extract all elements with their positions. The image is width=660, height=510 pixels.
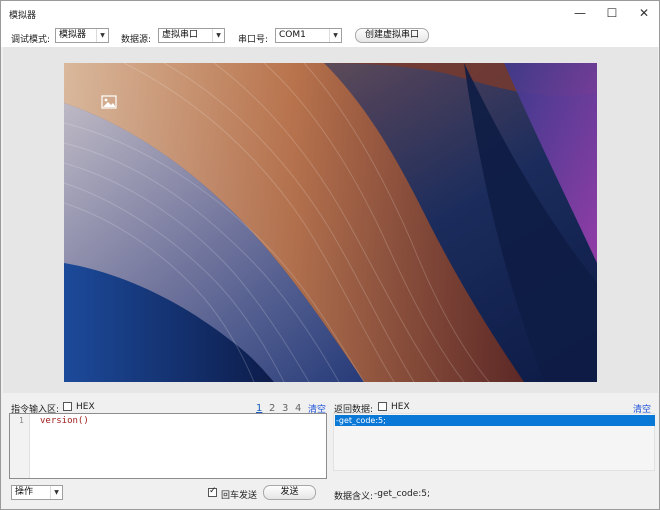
simulator-window: 模拟器 — ☐ ✕ 调试模式: 模拟器 ▼ 数据源: 虚拟串口 ▼ 串口号: C… xyxy=(0,0,660,510)
wallpaper-graphic xyxy=(64,63,597,382)
line-gutter: 1 xyxy=(10,414,30,478)
chevron-down-icon: ▼ xyxy=(212,29,224,42)
port-label: 串口号: xyxy=(238,35,269,45)
port-select-value: COM1 xyxy=(279,30,306,40)
window-title: 模拟器 xyxy=(9,11,37,21)
toolbar: 调试模式: 模拟器 ▼ 数据源: 虚拟串口 ▼ 串口号: COM1 ▼ 创建虚拟… xyxy=(1,25,659,47)
preview-area xyxy=(3,47,658,393)
command-hex-checkbox[interactable] xyxy=(63,402,72,411)
line-number: 1 xyxy=(19,416,24,425)
command-hex-label: HEX xyxy=(76,402,95,412)
minimize-button[interactable]: — xyxy=(565,1,595,25)
data-meaning-value: -get_code:5; xyxy=(374,489,431,499)
source-select-value: 虚拟串口 xyxy=(162,30,199,40)
mode-label: 调试模式: xyxy=(11,35,51,45)
data-meaning-label: 数据含义: xyxy=(334,492,374,502)
title-bar: 模拟器 — ☐ ✕ xyxy=(1,1,659,25)
return-hex-checkbox[interactable] xyxy=(378,402,387,411)
operation-select[interactable]: 操作 ▼ xyxy=(11,485,63,500)
crlf-send-label: 回车发送 xyxy=(221,491,258,501)
list-item[interactable]: -get_code:5; xyxy=(335,415,655,426)
crlf-send-checkbox[interactable] xyxy=(208,486,217,497)
mode-select[interactable]: 模拟器 ▼ xyxy=(55,28,109,43)
maximize-button[interactable]: ☐ xyxy=(597,1,627,25)
return-data-list[interactable]: -get_code:5; xyxy=(333,413,655,471)
mode-select-value: 模拟器 xyxy=(59,30,87,40)
create-virtual-port-button[interactable]: 创建虚拟串口 xyxy=(355,28,429,43)
source-label: 数据源: xyxy=(121,35,152,45)
return-hex-label: HEX xyxy=(391,402,410,412)
port-select[interactable]: COM1 ▼ xyxy=(275,28,342,43)
wallpaper-image xyxy=(64,63,597,382)
code-line: version() xyxy=(40,416,89,426)
command-editor[interactable]: 1 version() xyxy=(9,413,327,479)
close-button[interactable]: ✕ xyxy=(629,1,659,25)
image-icon xyxy=(101,95,117,109)
chevron-down-icon: ▼ xyxy=(96,29,108,42)
chevron-down-icon: ▼ xyxy=(50,486,62,499)
chevron-down-icon: ▼ xyxy=(329,29,341,42)
send-button[interactable]: 发送 xyxy=(263,485,316,500)
operation-select-value: 操作 xyxy=(15,487,34,497)
source-select[interactable]: 虚拟串口 ▼ xyxy=(158,28,225,43)
